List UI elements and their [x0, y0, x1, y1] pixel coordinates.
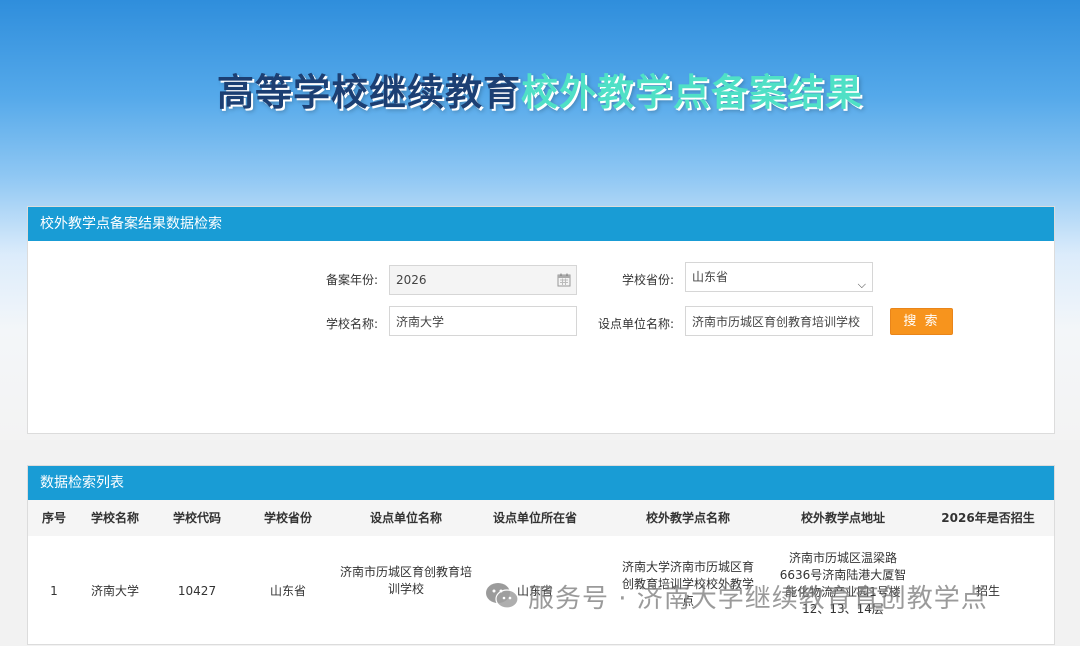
search-button[interactable]: 搜 索 [890, 308, 953, 335]
col-site-name: 校外教学点名称 [645, 511, 730, 525]
cell-school-name: 济南大学 [90, 583, 139, 598]
year-value: 2026 [396, 273, 427, 287]
page-title: 高等学校继续教育校外教学点备案结果 [0, 62, 1080, 116]
cell-school-province: 山东省 [269, 583, 306, 598]
col-school-province: 学校省份 [263, 511, 312, 525]
province-label: 学校省份: [621, 273, 674, 287]
col-school-code: 学校代码 [172, 511, 221, 525]
province-select[interactable]: 山东省 ⌵ [685, 262, 873, 292]
page-title-part1: 高等学校继续教育 [217, 71, 521, 114]
school-label: 学校名称: [325, 317, 378, 331]
year-label: 备案年份: [325, 273, 378, 287]
unit-input[interactable] [685, 306, 873, 336]
page-title-part2: 校外教学点备案结果 [521, 71, 863, 114]
cell-index: 1 [50, 583, 58, 598]
province-value: 山东省 [692, 270, 729, 284]
school-input[interactable] [389, 306, 577, 336]
watermark-text: 服务号 · 济南大学继续教育育创教学点 [528, 583, 988, 614]
chevron-down-icon: ⌵ [857, 278, 866, 291]
watermark: 服务号 · 济南大学继续教育育创教学点 [484, 576, 988, 616]
col-index: 序号 [41, 511, 66, 525]
wechat-icon [486, 583, 519, 609]
year-field[interactable]: 2026 [389, 265, 577, 295]
col-school-name: 学校名称 [90, 511, 139, 525]
results-panel-header: 数据检索列表 [28, 466, 1054, 500]
search-panel-header: 校外教学点备案结果数据检索 [28, 207, 1054, 241]
col-enrolling: 2026年是否招生 [941, 511, 1035, 525]
col-unit-name: 设点单位名称 [369, 511, 442, 525]
cell-school-code: 10427 [177, 583, 217, 598]
results-panel: 数据检索列表 序号 学校名称 学校代码 学校省份 设点单位名称 设点单位所在省 … [27, 465, 1055, 645]
col-site-address: 校外教学点地址 [800, 511, 885, 525]
calendar-icon[interactable] [557, 273, 571, 287]
cell-unit-name: 济南市历城区育创教育培训学校 [340, 565, 473, 596]
col-unit-province: 设点单位所在省 [492, 511, 577, 525]
table-header: 序号 学校名称 学校代码 学校省份 设点单位名称 设点单位所在省 校外教学点名称… [28, 500, 1054, 536]
search-panel: 校外教学点备案结果数据检索 备案年份: 2026 学校省份: 山东省 ⌵ 学校名… [27, 206, 1055, 434]
unit-label: 设点单位名称: [597, 317, 674, 331]
